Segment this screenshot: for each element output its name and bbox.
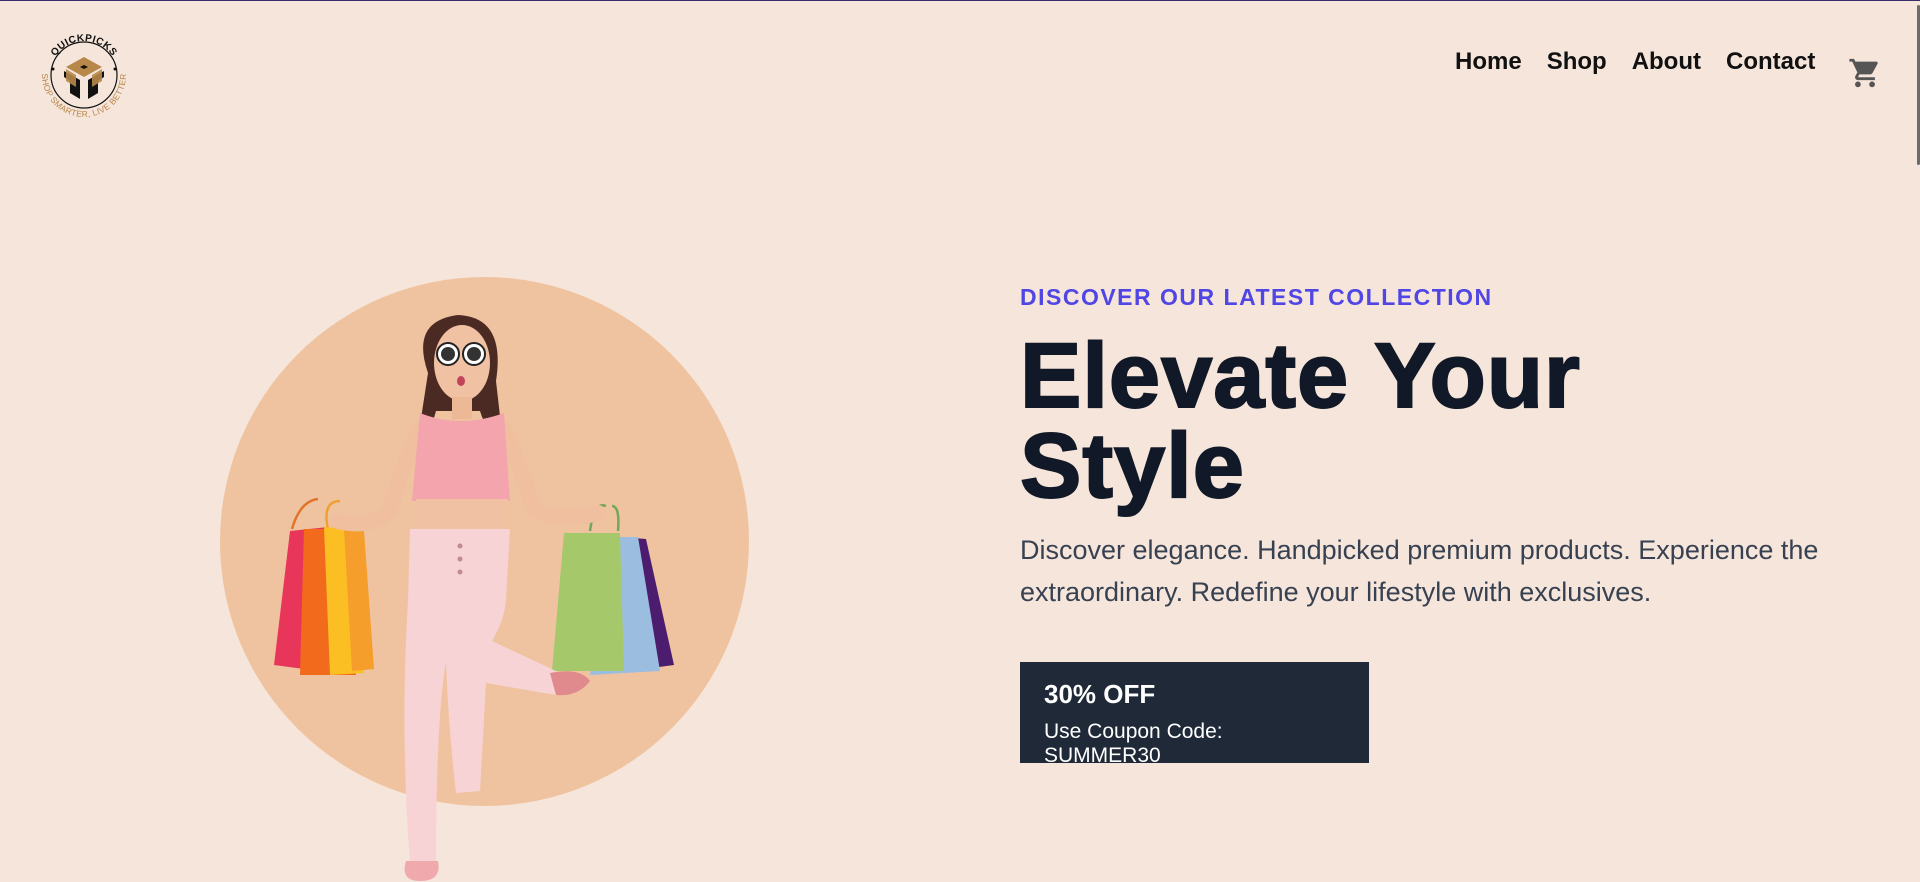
hero-headline-line2: Style — [1019, 415, 1245, 517]
hero-headline: Elevate Your Style — [1019, 329, 1740, 513]
hero-description: Discover elegance. Handpicked premium pr… — [1020, 535, 1819, 607]
hero-headline-line1: Elevate Your — [1019, 325, 1581, 427]
svg-text:SHOP SMARTER, LIVE BETTER: SHOP SMARTER, LIVE BETTER — [40, 73, 128, 119]
shopping-cart-icon[interactable] — [1848, 56, 1882, 90]
coupon-code: Use Coupon Code: SUMMER30 — [1044, 720, 1223, 767]
right-shopping-bags — [552, 504, 674, 675]
logo-emblem-icon: QUICKPICKS SHOP SMARTER, LIVE BETTER — [40, 33, 128, 119]
brand-logo[interactable]: QUICKPICKS SHOP SMARTER, LIVE BETTER — [30, 21, 138, 129]
coupon-title: 30% OFF — [1044, 679, 1156, 709]
svg-text:QUICKPICKS: QUICKPICKS — [49, 33, 119, 59]
nav-home-link[interactable]: Home — [1455, 48, 1522, 76]
hero-image — [260, 301, 700, 882]
main-nav: Home Shop About Contact — [1455, 48, 1840, 76]
nav-about-link[interactable]: About — [1632, 48, 1701, 76]
page: QUICKPICKS SHOP SMARTER, LIVE BETTER Hom… — [0, 1, 1920, 882]
coupon-banner[interactable]: 30% OFF Use Coupon Code: SUMMER30 — [1020, 662, 1369, 767]
nav-contact-link[interactable]: Contact — [1726, 48, 1815, 76]
hero-eyebrow: DISCOVER OUR LATEST COLLECTION — [1020, 284, 1493, 310]
nav-shop-link[interactable]: Shop — [1547, 48, 1607, 76]
